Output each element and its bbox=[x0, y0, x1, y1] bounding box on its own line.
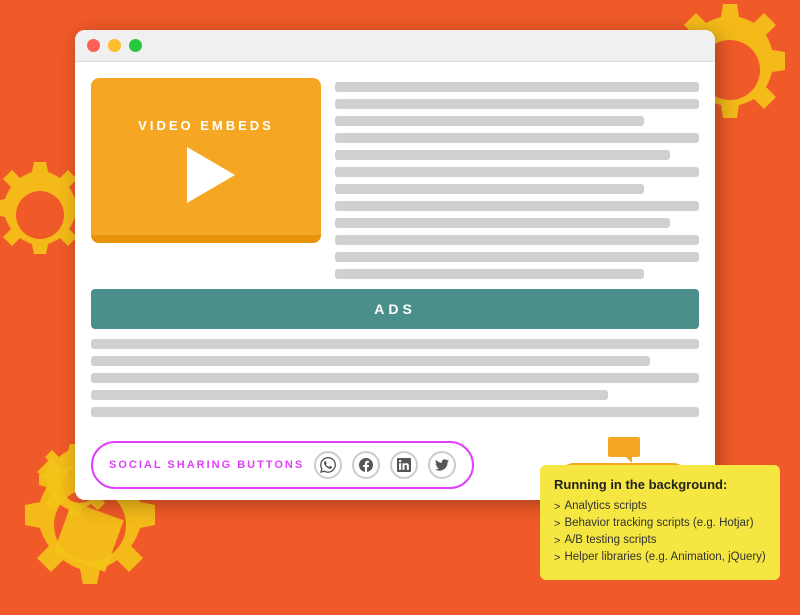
arrow-icon-1: > bbox=[554, 501, 560, 513]
arrow-icon-4: > bbox=[554, 552, 560, 564]
info-box-item-1: > Analytics scripts bbox=[554, 500, 766, 513]
ads-bar: ADS bbox=[91, 289, 699, 329]
chat-bubble-icon bbox=[606, 435, 642, 467]
info-box-item-3: > A/B testing scripts bbox=[554, 534, 766, 547]
linkedin-icon[interactable] bbox=[390, 451, 418, 479]
text-line bbox=[91, 390, 608, 400]
text-line bbox=[335, 99, 699, 109]
text-line bbox=[335, 116, 644, 126]
whatsapp-icon[interactable] bbox=[314, 451, 342, 479]
social-sharing-label: SOCIAL SHARING BUTTONS bbox=[109, 459, 304, 471]
video-embed-box: VIDEO EMBEDS bbox=[91, 78, 321, 243]
text-line bbox=[335, 82, 699, 92]
text-line bbox=[91, 373, 699, 383]
browser-window: VIDEO EMBEDS ADS bbox=[75, 30, 715, 500]
traffic-light-yellow[interactable] bbox=[108, 39, 121, 52]
social-sharing-box: SOCIAL SHARING BUTTONS bbox=[91, 441, 474, 489]
facebook-icon[interactable] bbox=[352, 451, 380, 479]
text-line bbox=[335, 269, 644, 279]
info-box-title: Running in the background: bbox=[554, 477, 766, 492]
text-line bbox=[91, 339, 699, 349]
arrow-icon-2: > bbox=[554, 518, 560, 530]
text-lines bbox=[335, 78, 699, 279]
text-line bbox=[335, 167, 699, 177]
content-lines bbox=[91, 339, 699, 417]
info-box-item-label-4: Helper libraries (e.g. Animation, jQuery… bbox=[564, 551, 765, 563]
browser-content: VIDEO EMBEDS ADS bbox=[75, 62, 715, 500]
text-line bbox=[91, 407, 699, 417]
traffic-light-green[interactable] bbox=[129, 39, 142, 52]
twitter-icon[interactable] bbox=[428, 451, 456, 479]
text-line bbox=[335, 252, 699, 262]
info-box-item-label-3: A/B testing scripts bbox=[564, 534, 656, 546]
browser-titlebar bbox=[75, 30, 715, 62]
decorative-shape-icon bbox=[50, 500, 130, 580]
text-line bbox=[335, 133, 699, 143]
arrow-icon-3: > bbox=[554, 535, 560, 547]
text-line bbox=[335, 235, 699, 245]
video-embed-label: VIDEO EMBEDS bbox=[138, 118, 274, 133]
info-box: Running in the background: > Analytics s… bbox=[540, 465, 780, 580]
info-box-item-label-2: Behavior tracking scripts (e.g. Hotjar) bbox=[564, 517, 753, 529]
text-line bbox=[335, 201, 699, 211]
video-bottom-bar bbox=[91, 235, 321, 243]
traffic-light-red[interactable] bbox=[87, 39, 100, 52]
text-line bbox=[335, 150, 670, 160]
play-button-icon bbox=[187, 147, 235, 203]
text-line bbox=[335, 184, 644, 194]
top-section: VIDEO EMBEDS bbox=[91, 78, 699, 279]
info-box-item-2: > Behavior tracking scripts (e.g. Hotjar… bbox=[554, 517, 766, 530]
text-line bbox=[335, 218, 670, 228]
info-box-item-label-1: Analytics scripts bbox=[564, 500, 646, 512]
text-line bbox=[91, 356, 650, 366]
info-box-item-4: > Helper libraries (e.g. Animation, jQue… bbox=[554, 551, 766, 564]
